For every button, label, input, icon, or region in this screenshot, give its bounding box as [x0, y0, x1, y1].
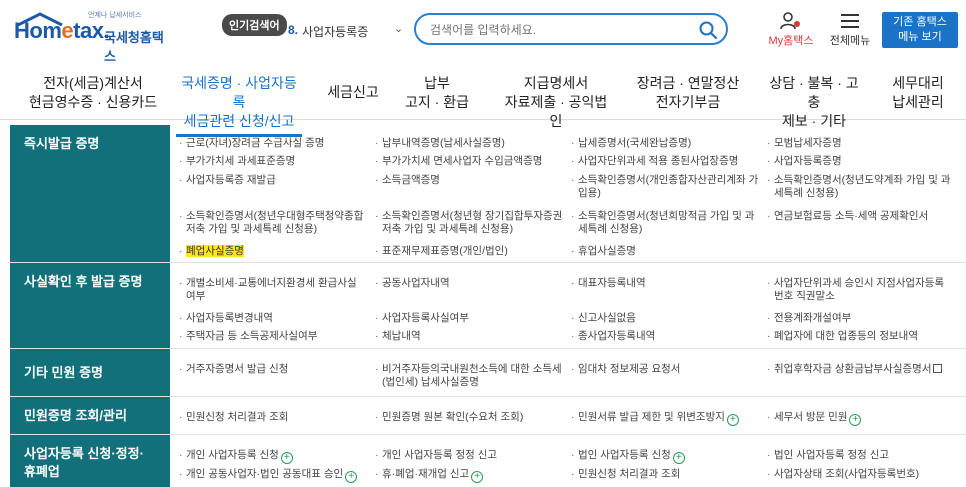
menu-link[interactable]: 근로(자녀)장려금 수급사실 증명 — [178, 137, 368, 150]
menu-link[interactable]: 사업자등록증명 — [766, 155, 956, 168]
menu-link[interactable]: 소득확인증명서(개인종합자산관리계좌 가입용) — [570, 174, 760, 200]
popular-search-badge: 인기검색어 — [222, 14, 287, 36]
expand-plus-icon[interactable]: + — [471, 471, 484, 483]
hometax-logo[interactable]: 언제나 납세서비스 Hometax. 국세청홈택스 — [14, 10, 174, 64]
nav-item-e-invoice[interactable]: 전자(세금)계산서 현금영수증 · 신용카드 — [28, 74, 158, 112]
menu-link[interactable]: 종사업자등록내역 — [570, 330, 760, 343]
legacy-menu-button[interactable]: 기존 홈택스 메뉴 보기 — [882, 12, 958, 48]
popular-search-ticker[interactable]: 인기검색어 8. 사업자등록증 ⌄ — [222, 14, 408, 44]
popular-search-term[interactable]: 사업자등록증 — [302, 23, 368, 40]
nav-item-payment-statement[interactable]: 지급명세서 자료제출 · 공익법인 — [500, 74, 612, 131]
menu-link-joint-approval[interactable]: 개인 공동사업자·법인 공동대표 승인+ — [178, 468, 368, 483]
menu-link[interactable]: 소득확인증명서(청년형 장기집합투자증권저축 가입 및 과세특례 신청용) — [374, 210, 564, 236]
chevron-down-icon[interactable]: ⌄ — [394, 22, 403, 35]
menu-link[interactable]: 임대차 정보제공 요청서 — [570, 363, 760, 376]
menu-link-closure-report[interactable]: 휴·폐업·재개업 신고+ — [374, 468, 564, 483]
section-title: 사실확인 후 발급 증명 — [10, 263, 170, 348]
main-navigation: 전자(세금)계산서 현금영수증 · 신용카드 국세증명 · 사업자등록 세금관련 신… — [0, 60, 966, 137]
nav-item-tax-filing[interactable]: 세금신고 — [322, 83, 384, 102]
menu-link[interactable]: 소득확인증명서(청년도약계좌 가입 및 과세특례 신청용) — [766, 174, 956, 200]
user-icon — [780, 12, 800, 30]
menu-link[interactable]: 사업자단위과세 적용 종된사업장증명 — [570, 155, 760, 168]
menu-link[interactable]: 사업자등록변경내역 — [178, 312, 368, 325]
menu-link[interactable]: 소득금액증명 — [374, 174, 564, 187]
section-verified-issue: 사실확인 후 발급 증명 개별소비세·교통에너지환경세 환급사실 여부 공동사업… — [10, 263, 966, 349]
menu-link[interactable]: 거주자증명서 발급 신청 — [178, 363, 368, 376]
search-input[interactable] — [430, 21, 680, 39]
menu-link[interactable]: 법인 사업자등록 정정 신고 — [766, 449, 956, 462]
search-icon[interactable] — [698, 20, 718, 40]
menu-link[interactable]: 개별소비세·교통에너지환경세 환급사실 여부 — [178, 277, 368, 303]
section-other-civil: 기타 민원 증명 거주자증명서 발급 신청 비거주자등의국내원천소득에 대한 소… — [10, 349, 966, 397]
menu-link[interactable]: 납세증명서(국세완납증명) — [570, 137, 760, 150]
menu-link[interactable]: 부가가치세 과세표준증명 — [178, 155, 368, 168]
menu-link[interactable]: 비거주자등의국내원천소득에 대한 소득세(법인세) 납세사실증명 — [374, 363, 564, 389]
legacy-menu-line1: 기존 홈택스 — [893, 16, 947, 28]
menu-link[interactable]: 체납내역 — [374, 330, 564, 343]
hamburger-icon — [841, 14, 859, 28]
nav-item-consulting[interactable]: 상담 · 불복 · 고충 제보 · 기타 — [764, 74, 864, 131]
section-title: 즉시발급 증명 — [10, 125, 170, 262]
menu-link[interactable]: 전용계좌개설여부 — [766, 312, 956, 325]
menu-link-office-visit[interactable]: 세무서 방문 민원+ — [766, 411, 956, 426]
section-immediate-issue: 즉시발급 증명 근로(자녀)장려금 수급사실 증명 납부내역증명(납세사실증명)… — [10, 125, 966, 263]
menu-link[interactable]: 납부내역증명(납세사실증명) — [374, 137, 564, 150]
menu-link[interactable]: 폐업자에 대한 업종등의 정보내역 — [766, 330, 956, 343]
expand-plus-icon[interactable]: + — [280, 452, 293, 464]
nav-item-certificates[interactable]: 국세증명 · 사업자등록 세금관련 신청/신고 — [176, 74, 302, 137]
menu-link[interactable]: 소득확인증명서(청년우대형주택청약종합저축 가입 및 과세특례 신청용) — [178, 210, 368, 236]
legacy-menu-line2: 메뉴 보기 — [898, 31, 942, 43]
menu-link[interactable]: 개인 사업자등록 정정 신고 — [374, 449, 564, 462]
menu-link[interactable]: 부가가치세 면세사업자 수입금액증명 — [374, 155, 564, 168]
logo-wordmark: Hometax. — [14, 18, 110, 43]
menu-link[interactable]: 사업자단위과세 승인시 지점사업자등록 번호 직권말소 — [766, 277, 956, 303]
nav-item-payment[interactable]: 납부 고지 · 환급 — [404, 74, 470, 112]
section-title: 기타 민원 증명 — [10, 349, 170, 396]
menu-link[interactable]: 소득확인증명서(청년희망적금 가입 및 과세특례 신청용) — [570, 210, 760, 236]
all-menu-button[interactable]: 전체메뉴 — [824, 12, 876, 48]
nav-item-incentive[interactable]: 장려금 · 연말정산 전자기부금 — [636, 74, 740, 112]
menu-link[interactable]: 연금보험료등 소득·세액 공제확인서 — [766, 210, 956, 223]
menu-link[interactable]: 민원신청 처리결과 조회 — [570, 468, 760, 481]
menu-link[interactable]: 신고사실없음 — [570, 312, 760, 325]
menu-link[interactable]: 모범납세자증명 — [766, 137, 956, 150]
section-business-registration: 사업자등록 신청·정정·휴폐업 개인 사업자등록 신청+ 개인 사업자등록 정정… — [10, 435, 966, 487]
external-link-icon — [933, 364, 943, 373]
menu-link[interactable]: 사업자등록증 재발급 — [178, 174, 368, 187]
service-menu-table: 즉시발급 증명 근로(자녀)장려금 수급사실 증명 납부내역증명(납세사실증명)… — [10, 125, 966, 487]
menu-link[interactable]: 주택자금 등 소득공제사실여부 — [178, 330, 368, 343]
section-civil-inquiry: 민원증명 조회/관리 민원신청 처리결과 조회 민원증명 원본 확인(수요처 조… — [10, 397, 966, 435]
top-header: 언제나 납세서비스 Hometax. 국세청홈택스 인기검색어 8. 사업자등록… — [0, 0, 966, 64]
menu-link[interactable]: 사업자상태 조회(사업자등록번호) — [766, 468, 956, 481]
expand-plus-icon[interactable]: + — [849, 414, 862, 426]
expand-plus-icon[interactable]: + — [672, 452, 685, 464]
menu-link[interactable]: 표준재무제표증명(개인/법인) — [374, 245, 564, 258]
menu-link-corporate-registration[interactable]: 법인 사업자등록 신청+ — [570, 449, 760, 464]
menu-link[interactable]: 사업자등록사실여부 — [374, 312, 564, 325]
highlighted-link[interactable]: 폐업사실증명 — [186, 245, 244, 257]
my-hometax-label: My홈택스 — [768, 35, 814, 47]
menu-link[interactable]: 민원신청 처리결과 조회 — [178, 411, 368, 424]
section-title: 사업자등록 신청·정정· 휴폐업 — [10, 435, 170, 487]
my-hometax-button[interactable]: My홈택스 — [764, 12, 818, 48]
menu-link[interactable]: 민원증명 원본 확인(수요처 조회) — [374, 411, 564, 424]
all-menu-label: 전체메뉴 — [829, 35, 871, 47]
expand-plus-icon[interactable]: + — [726, 414, 739, 426]
menu-link[interactable]: 공동사업자내역 — [374, 277, 564, 290]
menu-link[interactable]: 대표자등록내역 — [570, 277, 760, 290]
popular-search-rank: 8. — [288, 23, 299, 37]
search-box — [414, 13, 728, 45]
menu-link-forgery-prevention[interactable]: 민원서류 발급 제한 및 위변조방지+ — [570, 411, 760, 426]
expand-plus-icon[interactable]: + — [345, 471, 358, 483]
menu-link-closure-certificate[interactable]: 폐업사실증명 — [178, 245, 368, 258]
menu-link-employment-loan[interactable]: 취업후학자금 상환금납부사실증명서 — [766, 363, 956, 376]
nav-item-tax-agent[interactable]: 세무대리 납세관리 — [888, 74, 948, 112]
section-title: 민원증명 조회/관리 — [10, 397, 170, 434]
menu-link[interactable]: 휴업사실증명 — [570, 245, 760, 258]
menu-link-personal-registration[interactable]: 개인 사업자등록 신청+ — [178, 449, 368, 464]
